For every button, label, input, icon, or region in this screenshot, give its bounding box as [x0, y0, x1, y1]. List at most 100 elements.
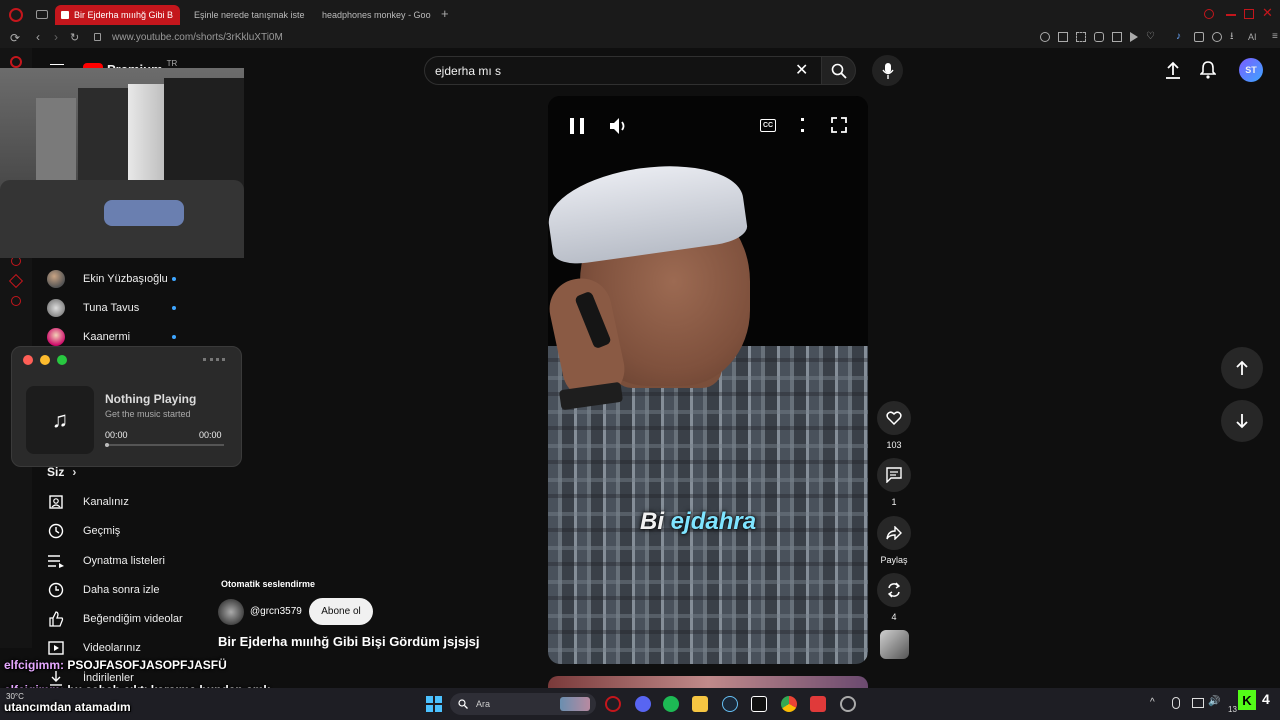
new-tab-icon[interactable]: +	[441, 6, 449, 21]
previous-video-button[interactable]	[1221, 347, 1263, 389]
tradingview-icon[interactable]	[751, 696, 767, 712]
share-button[interactable]	[877, 516, 911, 550]
tab-search-icon[interactable]	[1112, 32, 1122, 42]
chrome-icon[interactable]	[781, 696, 797, 712]
channel-name: Tuna Tavus	[83, 302, 140, 314]
next-video-button[interactable]	[1221, 400, 1263, 442]
windows-taskbar: 30°C Ara ^ 🔊 K 4 13	[0, 688, 1280, 720]
app-gear-icon[interactable]	[840, 696, 856, 712]
subscription-item[interactable]: Kaanermi	[47, 328, 130, 346]
drag-handle-icon[interactable]	[203, 358, 225, 361]
opera-icon[interactable]	[10, 56, 22, 68]
channel-avatar[interactable]	[218, 599, 244, 625]
tray-chevron-icon[interactable]: ^	[1150, 697, 1155, 708]
voice-search-button[interactable]	[872, 55, 903, 86]
tab-search-result[interactable]: Eşinle nerede tanışmak iste	[183, 5, 309, 25]
maximize-icon[interactable]	[1244, 9, 1254, 19]
back-icon[interactable]: ‹	[36, 30, 40, 44]
url-input[interactable]: www.youtube.com/shorts/3rKkluXTi0M	[112, 32, 283, 43]
fullscreen-icon[interactable]	[831, 117, 847, 133]
search-tabs-icon[interactable]	[1204, 9, 1214, 19]
volume-tray-icon[interactable]: 🔊	[1208, 696, 1220, 707]
channel-avatar	[47, 328, 65, 346]
channel-name: Kaanermi	[83, 331, 131, 343]
channel-handle[interactable]: @grcn3579	[250, 606, 302, 617]
heart-icon[interactable]: ♡	[1146, 32, 1156, 42]
sidebar-item-playlists[interactable]: Oynatma listeleri	[47, 551, 165, 571]
sidebar-item-liked-videos[interactable]: Beğendiğim videolar	[47, 609, 183, 629]
music-player-icon[interactable]: ♪	[1176, 32, 1186, 42]
extensions-icon[interactable]	[1194, 32, 1204, 42]
workspaces-icon[interactable]	[36, 10, 48, 19]
music-player-widget: ♫ Nothing Playing Get the music started …	[11, 346, 242, 467]
start-button-icon[interactable]	[426, 696, 442, 712]
clock-date[interactable]: 13	[1228, 705, 1237, 714]
zoom-icon[interactable]	[1040, 32, 1050, 42]
search-button[interactable]	[821, 56, 856, 85]
settings-icon[interactable]	[11, 296, 21, 306]
sidebar-item-history[interactable]: Geçmiş	[47, 521, 120, 541]
network-icon[interactable]	[1192, 698, 1204, 708]
notifications-bell-icon[interactable]	[1200, 60, 1216, 79]
taskbar-search[interactable]: Ara	[450, 693, 596, 715]
section-title: Siz	[47, 465, 65, 479]
sidebar-item-watch-later[interactable]: Daha sonra izle	[47, 580, 159, 600]
subscription-item[interactable]: Tuna Tavus	[47, 299, 139, 317]
track-subtitle: Get the music started	[105, 409, 191, 419]
app-red-icon[interactable]	[810, 696, 826, 712]
watch-later-icon	[47, 581, 65, 599]
opera-taskbar-icon[interactable]	[605, 696, 621, 712]
tab-google-search[interactable]: headphones monkey - Goo	[311, 5, 436, 25]
expand-widget-button[interactable]	[57, 355, 67, 365]
ai-icon[interactable]: AI	[1248, 32, 1264, 42]
account-avatar[interactable]: ST	[1239, 58, 1263, 82]
sound-thumbnail[interactable]	[880, 630, 909, 659]
shield-icon[interactable]	[1094, 32, 1104, 42]
discord-icon[interactable]	[635, 696, 651, 712]
snapshot-icon[interactable]	[1076, 32, 1086, 42]
remix-button[interactable]	[877, 573, 911, 607]
play-icon[interactable]	[1130, 32, 1138, 42]
upload-icon[interactable]	[1165, 61, 1181, 79]
shorts-video-player[interactable]: CC Bi ejdahra	[548, 96, 868, 664]
captions-icon[interactable]: CC	[760, 119, 776, 132]
section-siz[interactable]: Siz ›	[47, 465, 76, 479]
video-title[interactable]: Bir Ejderha mıııhğ Gibi Bişi Gördüm jsjs…	[218, 634, 480, 649]
pinboard-icon[interactable]	[8, 273, 24, 289]
spotify-icon[interactable]	[663, 696, 679, 712]
next-video-preview[interactable]	[548, 676, 868, 688]
minimize-widget-button[interactable]	[40, 355, 50, 365]
sidebar-item-label: Videolarınız	[83, 642, 141, 654]
history-icon	[47, 522, 65, 540]
close-window-icon[interactable]: ✕	[1262, 5, 1273, 21]
progress-bar[interactable]	[105, 443, 224, 447]
pin-icon[interactable]	[1058, 32, 1068, 42]
reload-icon[interactable]: ⟳	[10, 31, 20, 45]
opera-logo-icon[interactable]	[9, 8, 23, 22]
download-icon[interactable]: ⭳	[1230, 32, 1240, 42]
like-button[interactable]	[877, 401, 911, 435]
volume-icon[interactable]	[608, 116, 630, 136]
search-input[interactable]: ejderha mı s	[435, 64, 501, 78]
progress-handle[interactable]	[105, 443, 109, 447]
profile-icon[interactable]	[1212, 32, 1222, 42]
file-explorer-icon[interactable]	[692, 696, 708, 712]
clear-search-icon[interactable]: ✕	[795, 60, 808, 80]
subscription-item[interactable]: Ekin Yüzbaşıoğlu	[47, 270, 168, 288]
comments-button[interactable]	[877, 458, 911, 492]
refresh-icon[interactable]: ↻	[70, 31, 79, 44]
more-options-icon[interactable]	[801, 118, 804, 132]
pause-icon[interactable]	[570, 118, 584, 134]
tab-youtube-short[interactable]: Bir Ejderha mıııhğ Gibi B	[55, 5, 180, 25]
channel-name: Ekin Yüzbaşıoğlu	[83, 273, 168, 285]
steam-icon[interactable]	[722, 696, 738, 712]
search-box[interactable]: ejderha mı s ✕	[424, 56, 822, 85]
microphone-tray-icon[interactable]	[1172, 697, 1180, 709]
sidebar-item-your-videos[interactable]: Videolarınız	[47, 638, 141, 658]
forward-icon[interactable]: ›	[54, 30, 58, 44]
subscribe-button[interactable]: Abone ol	[309, 598, 373, 625]
close-widget-button[interactable]	[23, 355, 33, 365]
minimize-icon[interactable]	[1226, 14, 1236, 16]
menu-icon[interactable]: ≡	[1272, 32, 1280, 42]
sidebar-item-channel[interactable]: Kanalınız	[47, 492, 129, 512]
